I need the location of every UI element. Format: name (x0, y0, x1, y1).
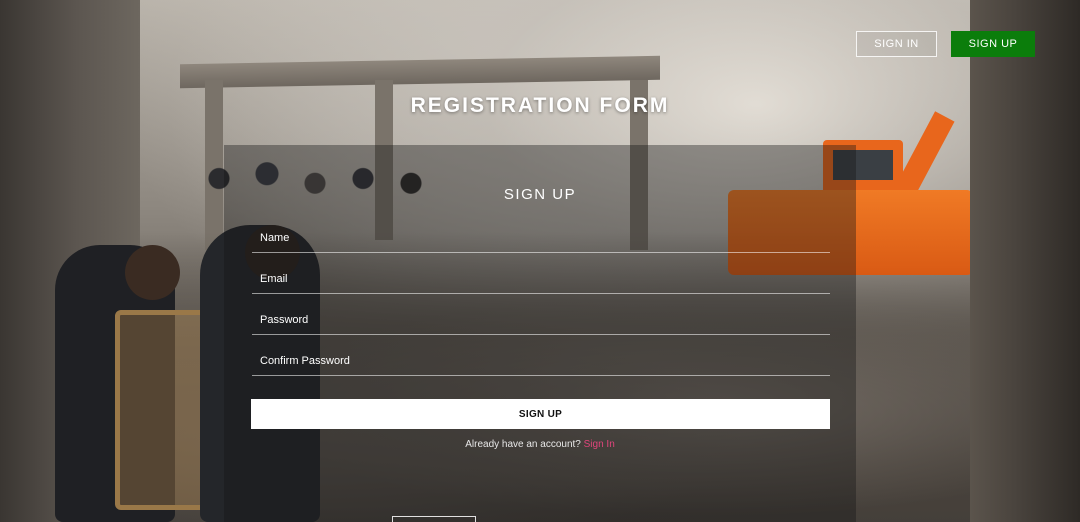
signin-link[interactable]: Sign In (584, 439, 615, 450)
submit-signup-button[interactable]: SIGN UP (251, 399, 830, 429)
bottom-button-outline[interactable] (392, 516, 476, 522)
account-prompt-text: Already have an account? (465, 439, 581, 450)
password-field[interactable] (252, 305, 830, 334)
email-field-wrapper (252, 264, 830, 294)
name-field-wrapper (252, 223, 830, 253)
signup-button[interactable]: SIGN UP (951, 31, 1035, 57)
account-prompt-line: Already have an account? Sign In (0, 439, 1080, 450)
confirm-password-field[interactable] (252, 346, 830, 375)
confirm-password-field-wrapper (252, 346, 830, 376)
page-title: REGISTRATION FORM (410, 94, 670, 117)
form-heading: SIGN UP (503, 186, 577, 203)
email-field[interactable] (252, 264, 830, 293)
signin-button[interactable]: SIGN IN (856, 31, 937, 57)
name-field[interactable] (252, 223, 830, 252)
password-field-wrapper (252, 305, 830, 335)
